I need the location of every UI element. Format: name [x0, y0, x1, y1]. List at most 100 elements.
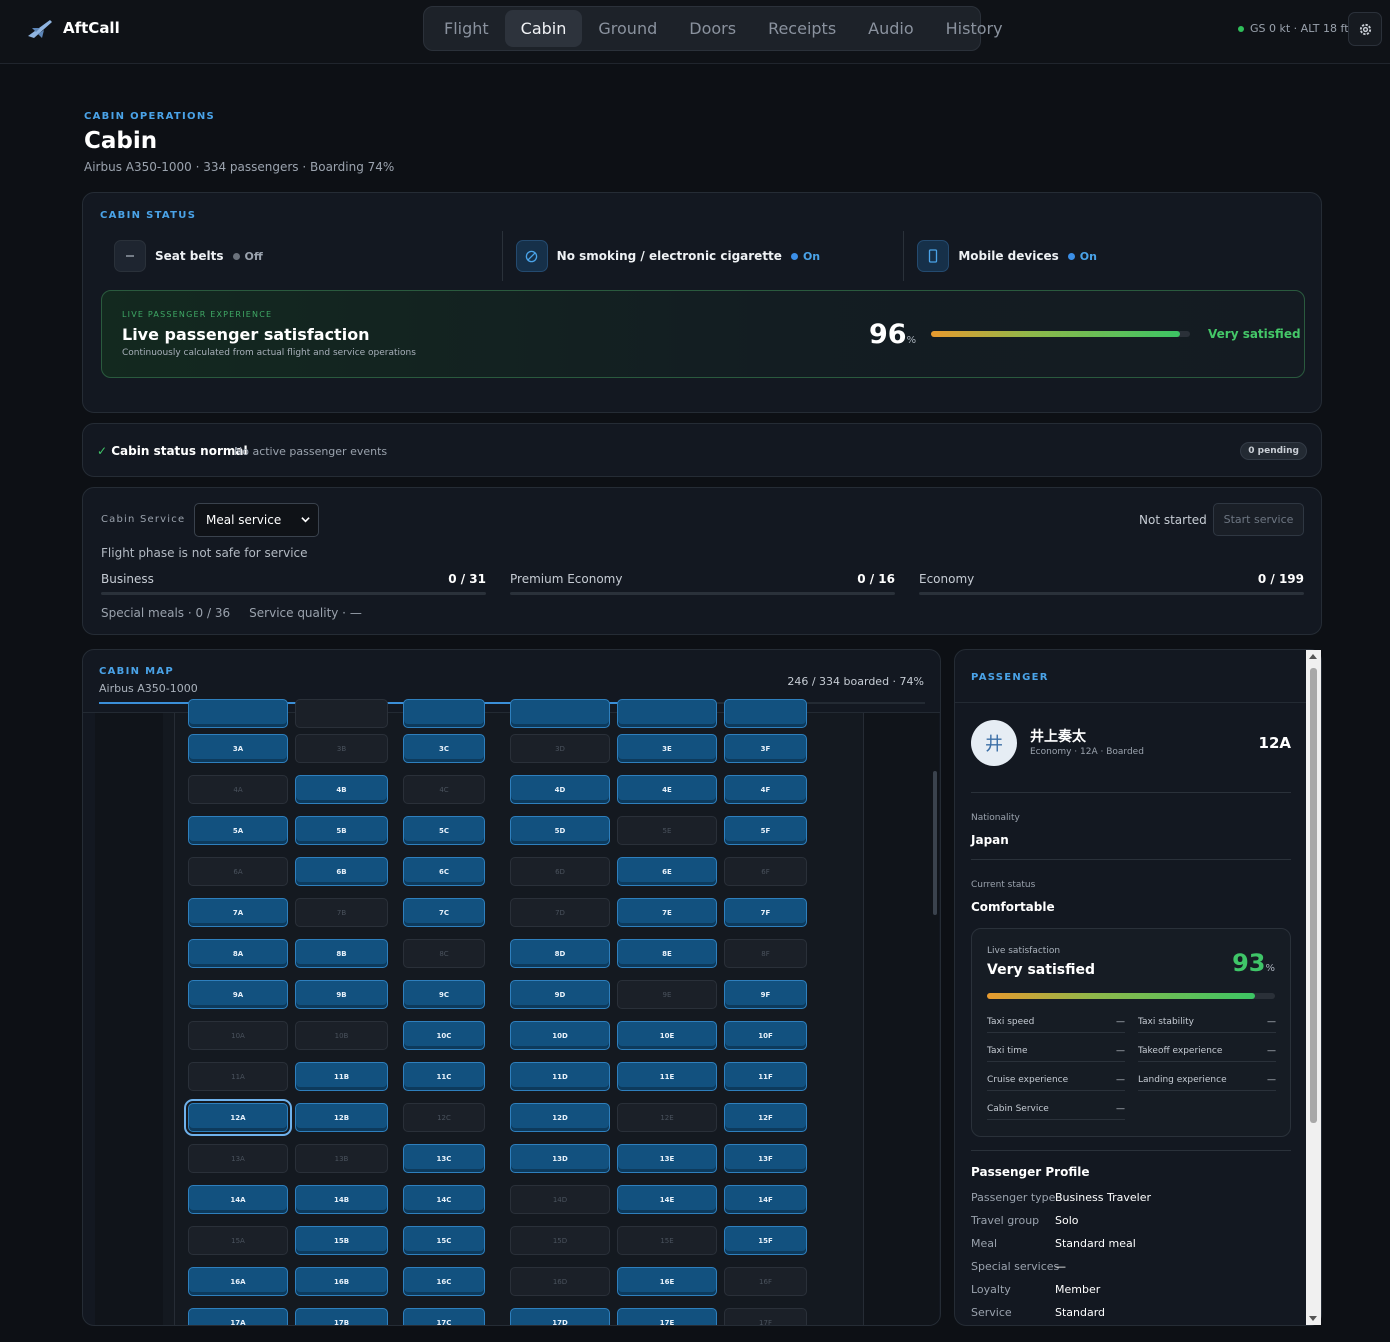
- seat-15E[interactable]: 15E: [617, 1226, 717, 1255]
- seat-11A[interactable]: 11A: [188, 1062, 288, 1091]
- seat-15D[interactable]: 15D: [510, 1226, 610, 1255]
- seat-11F[interactable]: 11F: [724, 1062, 807, 1091]
- seat-12C[interactable]: 12C: [403, 1103, 485, 1132]
- seat-4D[interactable]: 4D: [510, 775, 610, 804]
- seat-4E[interactable]: 4E: [617, 775, 717, 804]
- seat-9A[interactable]: 9A: [188, 980, 288, 1009]
- seat-10F[interactable]: 10F: [724, 1021, 807, 1050]
- seat-16A[interactable]: 16A: [188, 1267, 288, 1296]
- seat-6D[interactable]: 6D: [510, 857, 610, 886]
- seat-16F[interactable]: 16F: [724, 1267, 807, 1296]
- seat-5F[interactable]: 5F: [724, 816, 807, 845]
- seat-10C[interactable]: 10C: [403, 1021, 485, 1050]
- scroll-thumb[interactable]: [933, 771, 937, 915]
- seat-10E[interactable]: 10E: [617, 1021, 717, 1050]
- seat-partial[interactable]: [403, 699, 485, 728]
- seat-11C[interactable]: 11C: [403, 1062, 485, 1091]
- seat-5E[interactable]: 5E: [617, 816, 717, 845]
- seat-9D[interactable]: 9D: [510, 980, 610, 1009]
- seat-3E[interactable]: 3E: [617, 734, 717, 763]
- seat-4F[interactable]: 4F: [724, 775, 807, 804]
- seat-3C[interactable]: 3C: [403, 734, 485, 763]
- seat-13B[interactable]: 13B: [295, 1144, 388, 1173]
- seat-11E[interactable]: 11E: [617, 1062, 717, 1091]
- seat-5D[interactable]: 5D: [510, 816, 610, 845]
- seat-14E[interactable]: 14E: [617, 1185, 717, 1214]
- seat-17C[interactable]: 17C: [403, 1308, 485, 1325]
- seat-8B[interactable]: 8B: [295, 939, 388, 968]
- scroll-thumb[interactable]: [1310, 668, 1317, 1123]
- seat-14D[interactable]: 14D: [510, 1185, 610, 1214]
- scroll-up-arrow[interactable]: [1309, 654, 1317, 659]
- seat-11D[interactable]: 11D: [510, 1062, 610, 1091]
- seat-8A[interactable]: 8A: [188, 939, 288, 968]
- seat-12B[interactable]: 12B: [295, 1103, 388, 1132]
- seat-5C[interactable]: 5C: [403, 816, 485, 845]
- seat-6B[interactable]: 6B: [295, 857, 388, 886]
- seat-12D[interactable]: 12D: [510, 1103, 610, 1132]
- seat-13D[interactable]: 13D: [510, 1144, 610, 1173]
- seat-12E[interactable]: 12E: [617, 1103, 717, 1132]
- scroll-down-arrow[interactable]: [1309, 1316, 1317, 1321]
- seat-9C[interactable]: 9C: [403, 980, 485, 1009]
- seat-6F[interactable]: 6F: [724, 857, 807, 886]
- seat-15B[interactable]: 15B: [295, 1226, 388, 1255]
- seat-10D[interactable]: 10D: [510, 1021, 610, 1050]
- seat-partial[interactable]: [724, 699, 807, 728]
- tab-history[interactable]: History: [930, 10, 1019, 47]
- seat-17F[interactable]: 17F: [724, 1308, 807, 1325]
- seat-8E[interactable]: 8E: [617, 939, 717, 968]
- seat-17B[interactable]: 17B: [295, 1308, 388, 1325]
- tab-audio[interactable]: Audio: [852, 10, 929, 47]
- seat-10A[interactable]: 10A: [188, 1021, 288, 1050]
- seat-17D[interactable]: 17D: [510, 1308, 610, 1325]
- seat-14F[interactable]: 14F: [724, 1185, 807, 1214]
- seat-3F[interactable]: 3F: [724, 734, 807, 763]
- seat-16C[interactable]: 16C: [403, 1267, 485, 1296]
- tab-doors[interactable]: Doors: [673, 10, 752, 47]
- seat-partial[interactable]: [510, 699, 610, 728]
- seat-partial[interactable]: [617, 699, 717, 728]
- seat-3B[interactable]: 3B: [295, 734, 388, 763]
- seat-16B[interactable]: 16B: [295, 1267, 388, 1296]
- seat-12F[interactable]: 12F: [724, 1103, 807, 1132]
- seat-17A[interactable]: 17A: [188, 1308, 288, 1325]
- seat-15A[interactable]: 15A: [188, 1226, 288, 1255]
- brand[interactable]: AftCall: [26, 16, 120, 40]
- seat-17E[interactable]: 17E: [617, 1308, 717, 1325]
- seat-13A[interactable]: 13A: [188, 1144, 288, 1173]
- seat-13C[interactable]: 13C: [403, 1144, 485, 1173]
- tab-cabin[interactable]: Cabin: [504, 10, 583, 47]
- seat-partial[interactable]: [188, 699, 288, 728]
- seat-5B[interactable]: 5B: [295, 816, 388, 845]
- seat-6E[interactable]: 6E: [617, 857, 717, 886]
- seat-7F[interactable]: 7F: [724, 898, 807, 927]
- seat-14C[interactable]: 14C: [403, 1185, 485, 1214]
- panel-scrollbar[interactable]: [1306, 650, 1321, 1325]
- seat-9F[interactable]: 9F: [724, 980, 807, 1009]
- seat-16D[interactable]: 16D: [510, 1267, 610, 1296]
- seat-16E[interactable]: 16E: [617, 1267, 717, 1296]
- seat-9B[interactable]: 9B: [295, 980, 388, 1009]
- seat-13F[interactable]: 13F: [724, 1144, 807, 1173]
- seat-14B[interactable]: 14B: [295, 1185, 388, 1214]
- seat-6C[interactable]: 6C: [403, 857, 485, 886]
- seat-6A[interactable]: 6A: [188, 857, 288, 886]
- seat-8F[interactable]: 8F: [724, 939, 807, 968]
- seat-8D[interactable]: 8D: [510, 939, 610, 968]
- seat-10B[interactable]: 10B: [295, 1021, 388, 1050]
- seat-11B[interactable]: 11B: [295, 1062, 388, 1091]
- tab-receipts[interactable]: Receipts: [752, 10, 852, 47]
- seat-13E[interactable]: 13E: [617, 1144, 717, 1173]
- seat-5A[interactable]: 5A: [188, 816, 288, 845]
- map-scrollbar[interactable]: [931, 713, 939, 1325]
- seat-3A[interactable]: 3A: [188, 734, 288, 763]
- seat-8C[interactable]: 8C: [403, 939, 485, 968]
- seat-7A[interactable]: 7A: [188, 898, 288, 927]
- seat-7E[interactable]: 7E: [617, 898, 717, 927]
- seat-12A[interactable]: 12A: [184, 1099, 292, 1136]
- seat-7D[interactable]: 7D: [510, 898, 610, 927]
- seat-7C[interactable]: 7C: [403, 898, 485, 927]
- tab-ground[interactable]: Ground: [582, 10, 673, 47]
- service-select[interactable]: Meal service: [194, 503, 319, 537]
